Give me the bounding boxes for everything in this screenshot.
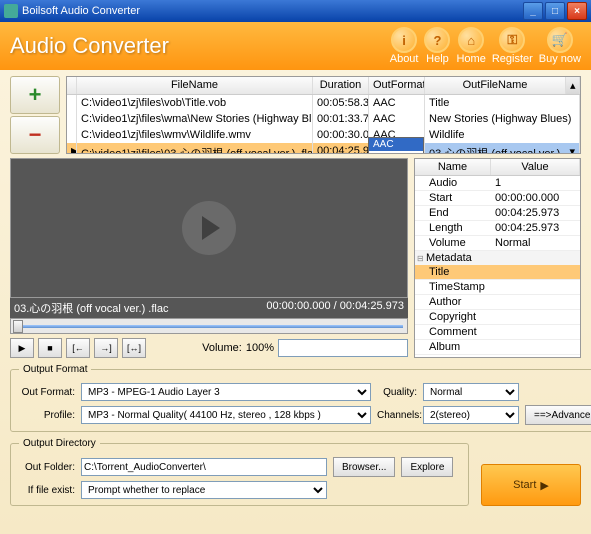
properties-panel[interactable]: NameValue Audio1Start00:00:00.000End00:0… (414, 158, 581, 358)
property-row[interactable]: Album (415, 340, 580, 355)
start-button[interactable]: Start▶ (481, 464, 581, 506)
fileexist-select[interactable]: Prompt whether to replace (81, 481, 327, 499)
cart-icon: 🛒 (547, 27, 573, 53)
register-button[interactable]: ⚿Register (492, 27, 533, 65)
channels-select[interactable]: 2(stereo) (423, 406, 519, 424)
remove-button[interactable]: − (10, 116, 60, 154)
key-icon: ⚿ (499, 27, 525, 53)
home-icon: ⌂ (458, 27, 484, 53)
play-icon[interactable] (182, 201, 236, 255)
property-row[interactable]: VolumeNormal (415, 236, 580, 251)
profile-select[interactable]: MP3 - Normal Quality( 44100 Hz, stereo ,… (81, 406, 371, 424)
seek-slider[interactable] (10, 318, 408, 334)
video-preview[interactable] (10, 158, 408, 298)
mark-start-button[interactable]: [← (66, 338, 90, 358)
add-button[interactable]: + (10, 76, 60, 114)
advance-button[interactable]: ==>Advance (525, 405, 591, 425)
browser-button[interactable]: Browser... (333, 457, 395, 477)
property-row[interactable]: Copyright (415, 310, 580, 325)
outformat-select[interactable]: MP3 - MPEG-1 Audio Layer 3 (81, 383, 371, 401)
table-row[interactable]: C:\video1\zj\files\vob\Title.vob00:05:58… (67, 95, 580, 111)
property-row[interactable]: Audio1 (415, 176, 580, 191)
title-bar: Boilsoft Audio Converter _ □ × (0, 0, 591, 22)
scroll-up-icon[interactable]: ▴ (566, 77, 580, 94)
home-button[interactable]: ⌂Home (456, 27, 485, 65)
quality-select[interactable]: Normal (423, 383, 519, 401)
property-row[interactable]: End00:04:25.973 (415, 206, 580, 221)
volume-input[interactable] (278, 339, 408, 357)
table-row[interactable]: C:\video1\zj\files\wmv\Wildlife.wmv00:00… (67, 127, 580, 143)
table-row[interactable]: C:\video1\zj\files\wma\New Stories (High… (67, 111, 580, 127)
stop-button[interactable]: ■ (38, 338, 62, 358)
mark-range-button[interactable]: [↔] (122, 338, 146, 358)
mark-end-button[interactable]: →] (94, 338, 118, 358)
file-grid[interactable]: FileName Duration OutFormat OutFileName … (66, 76, 581, 154)
metadata-category[interactable]: Metadata (415, 251, 580, 265)
property-row[interactable]: Start00:00:00.000 (415, 191, 580, 206)
property-row[interactable]: Comment (415, 325, 580, 340)
maximize-button[interactable]: □ (545, 2, 565, 20)
buynow-button[interactable]: 🛒Buy now (539, 27, 581, 65)
preview-time: 00:00:00.000 / 00:04:25.973 (266, 300, 404, 316)
help-icon: ? (424, 27, 450, 53)
grid-header: FileName Duration OutFormat OutFileName … (67, 77, 580, 95)
about-button[interactable]: iAbout (390, 27, 419, 65)
table-row[interactable]: ▶C:\video1\zj\files\03.心の羽根 (off vocal v… (67, 143, 580, 154)
output-directory-group: Output Directory Out Folder: Browser... … (10, 438, 469, 506)
play-button[interactable]: ▶ (10, 338, 34, 358)
help-button[interactable]: ?Help (424, 27, 450, 65)
property-row[interactable]: TimeStamp (415, 280, 580, 295)
property-row[interactable]: Author (415, 295, 580, 310)
minimize-button[interactable]: _ (523, 2, 543, 20)
explore-button[interactable]: Explore (401, 457, 453, 477)
app-icon (4, 4, 18, 18)
format-dropdown[interactable]: AACAC3AIFFAPEAUFLACM4AM4RMKAMP2 (368, 137, 424, 154)
close-button[interactable]: × (567, 2, 587, 20)
volume-value: 100% (246, 342, 274, 354)
info-icon: i (391, 27, 417, 53)
volume-label: Volume: (202, 342, 242, 354)
output-format-group: Output Format Out Format: MP3 - MPEG-1 A… (10, 364, 591, 432)
dropdown-option[interactable]: AAC (369, 138, 423, 151)
property-row[interactable]: Title (415, 265, 580, 280)
property-row[interactable]: Track3 (415, 355, 580, 358)
property-row[interactable]: Length00:04:25.973 (415, 221, 580, 236)
window-title: Boilsoft Audio Converter (22, 5, 140, 17)
app-title: Audio Converter (10, 33, 169, 59)
outfolder-input[interactable] (81, 458, 327, 476)
preview-filename: 03.心の羽根 (off vocal ver.) .flac (14, 300, 168, 316)
app-header: Audio Converter iAbout ?Help ⌂Home ⚿Regi… (0, 22, 591, 70)
